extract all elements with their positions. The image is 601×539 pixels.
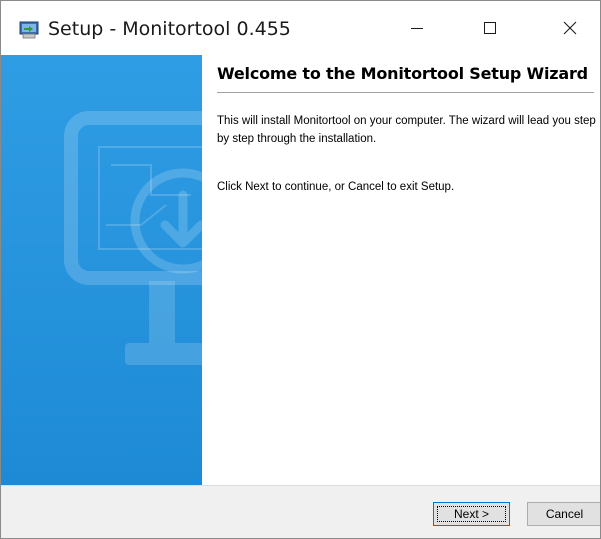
close-button[interactable] xyxy=(540,1,600,55)
wizard-footer: Next > Cancel xyxy=(1,485,600,538)
setup-wizard-window: Setup - Monitortool 0.455 Welcome to the… xyxy=(0,0,601,539)
maximize-button[interactable] xyxy=(460,1,520,55)
cancel-button[interactable]: Cancel xyxy=(527,502,600,526)
focus-rectangle xyxy=(437,506,506,522)
window-title: Setup - Monitortool 0.455 xyxy=(48,18,291,40)
heading-divider xyxy=(217,92,594,93)
install-description: This will install Monitortool on your co… xyxy=(217,115,596,145)
monitor-download-graphic xyxy=(64,111,202,365)
next-button[interactable]: Next > xyxy=(433,502,510,526)
maximize-icon xyxy=(484,22,496,34)
instruction-text: Click Next to continue, or Cancel to exi… xyxy=(217,181,455,193)
minimize-icon xyxy=(411,28,423,29)
close-icon xyxy=(563,21,577,35)
title-bar[interactable]: Setup - Monitortool 0.455 xyxy=(1,1,600,55)
wizard-sidebar-image xyxy=(1,55,202,485)
minimize-button[interactable] xyxy=(387,1,447,55)
setup-installer-icon xyxy=(19,21,39,39)
page-title: Welcome to the Monitortool Setup Wizard xyxy=(217,64,588,83)
wizard-content: Welcome to the Monitortool Setup Wizard … xyxy=(202,55,600,485)
